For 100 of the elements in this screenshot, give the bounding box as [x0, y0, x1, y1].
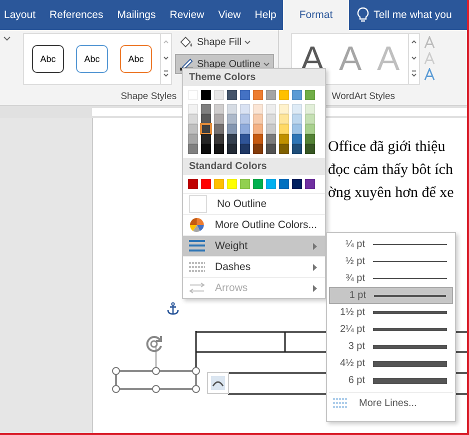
text-outline-icon[interactable]: [424, 52, 436, 65]
color-swatch[interactable]: [240, 90, 250, 100]
color-swatch[interactable]: [292, 124, 302, 134]
color-swatch[interactable]: [292, 179, 302, 189]
color-swatch[interactable]: [279, 179, 289, 189]
color-swatch[interactable]: [305, 124, 315, 134]
color-swatch[interactable]: [201, 124, 211, 134]
color-swatch[interactable]: [292, 144, 302, 154]
color-swatch[interactable]: [240, 144, 250, 154]
ribbon-tab[interactable]: Layout: [0, 0, 43, 30]
color-swatch[interactable]: [201, 90, 211, 100]
ribbon-tab[interactable]: Format: [283, 0, 349, 30]
color-swatch[interactable]: [201, 114, 211, 124]
color-swatch[interactable]: [305, 90, 315, 100]
color-swatch[interactable]: [188, 104, 198, 114]
tell-me-search[interactable]: Tell me what you: [374, 0, 452, 30]
color-swatch[interactable]: [188, 114, 198, 124]
color-swatch[interactable]: [227, 179, 237, 189]
color-swatch[interactable]: [188, 134, 198, 144]
ribbon-tab[interactable]: Help: [248, 0, 284, 30]
color-swatch[interactable]: [227, 134, 237, 144]
color-swatch[interactable]: [279, 144, 289, 154]
color-swatch[interactable]: [266, 144, 276, 154]
color-swatch[interactable]: [266, 134, 276, 144]
ribbon-tab[interactable]: Mailings: [110, 0, 163, 30]
color-swatch[interactable]: [266, 90, 276, 100]
ribbon-tab[interactable]: References: [42, 0, 110, 30]
color-swatch[interactable]: [253, 104, 263, 114]
color-swatch[interactable]: [253, 144, 263, 154]
color-swatch[interactable]: [214, 104, 224, 114]
color-swatch[interactable]: [279, 114, 289, 124]
weight-option[interactable]: 1½ pt: [329, 304, 453, 321]
color-swatch[interactable]: [214, 179, 224, 189]
color-swatch[interactable]: [305, 104, 315, 114]
color-swatch[interactable]: [227, 114, 237, 124]
color-swatch[interactable]: [253, 134, 263, 144]
weight-option[interactable]: 3 pt: [329, 338, 453, 355]
rotate-handle-icon[interactable]: [145, 334, 165, 354]
weight-option[interactable]: 6 pt: [329, 372, 453, 389]
color-swatch[interactable]: [305, 144, 315, 154]
color-swatch[interactable]: [279, 104, 289, 114]
color-swatch[interactable]: [240, 104, 250, 114]
selected-shape[interactable]: [112, 345, 200, 393]
color-swatch[interactable]: [266, 114, 276, 124]
weight-option[interactable]: ½ pt: [329, 253, 453, 270]
weight-option[interactable]: ¾ pt: [329, 270, 453, 287]
shape-style-sample[interactable]: Abc: [32, 45, 64, 73]
color-swatch[interactable]: [292, 134, 302, 144]
weight-option[interactable]: ¼ pt: [329, 236, 453, 253]
color-swatch[interactable]: [227, 104, 237, 114]
color-swatch[interactable]: [253, 179, 263, 189]
color-swatch[interactable]: [188, 179, 198, 189]
weight-option[interactable]: 2¼ pt: [329, 321, 453, 338]
shape-fill-button[interactable]: Shape Fill: [175, 33, 274, 52]
color-swatch[interactable]: [292, 104, 302, 114]
color-swatch[interactable]: [266, 104, 276, 114]
color-swatch[interactable]: [240, 134, 250, 144]
color-swatch[interactable]: [188, 124, 198, 134]
color-swatch[interactable]: [266, 124, 276, 134]
weight-option[interactable]: 1 pt: [329, 287, 453, 304]
color-swatch[interactable]: [214, 144, 224, 154]
ribbon-tab[interactable]: Review: [162, 0, 212, 30]
color-swatch[interactable]: [201, 104, 211, 114]
color-swatch[interactable]: [305, 179, 315, 189]
color-swatch[interactable]: [188, 144, 198, 154]
color-swatch[interactable]: [214, 134, 224, 144]
color-swatch[interactable]: [279, 124, 289, 134]
color-swatch[interactable]: [227, 124, 237, 134]
color-swatch[interactable]: [227, 90, 237, 100]
color-swatch[interactable]: [305, 114, 315, 124]
collapse-chevron-icon[interactable]: [3, 36, 11, 42]
color-swatch[interactable]: [240, 114, 250, 124]
color-swatch[interactable]: [279, 134, 289, 144]
color-swatch[interactable]: [305, 134, 315, 144]
color-swatch[interactable]: [266, 179, 276, 189]
color-swatch[interactable]: [240, 124, 250, 134]
color-swatch[interactable]: [201, 134, 211, 144]
menu-item[interactable]: Dashes: [183, 256, 325, 277]
color-swatch[interactable]: [201, 179, 211, 189]
color-swatch[interactable]: [227, 144, 237, 154]
color-swatch[interactable]: [253, 90, 263, 100]
color-swatch[interactable]: [240, 179, 250, 189]
text-effects-icon[interactable]: [424, 68, 436, 81]
shape-style-sample[interactable]: Abc: [76, 45, 108, 73]
menu-item[interactable]: Weight: [183, 235, 325, 256]
menu-item[interactable]: More Lines...: [329, 392, 453, 413]
color-swatch[interactable]: [214, 114, 224, 124]
color-swatch[interactable]: [253, 124, 263, 134]
layout-options-icon[interactable]: [207, 372, 229, 394]
color-swatch[interactable]: [214, 124, 224, 134]
color-swatch[interactable]: [279, 90, 289, 100]
color-swatch[interactable]: [292, 114, 302, 124]
shape-style-sample[interactable]: Abc: [120, 45, 152, 73]
ribbon-tab[interactable]: View: [211, 0, 248, 30]
color-swatch[interactable]: [201, 144, 211, 154]
color-swatch[interactable]: [214, 90, 224, 100]
weight-option[interactable]: 4½ pt: [329, 355, 453, 372]
color-swatch[interactable]: [292, 90, 302, 100]
menu-item[interactable]: No Outline: [183, 193, 325, 214]
text-fill-icon[interactable]: [424, 36, 436, 49]
